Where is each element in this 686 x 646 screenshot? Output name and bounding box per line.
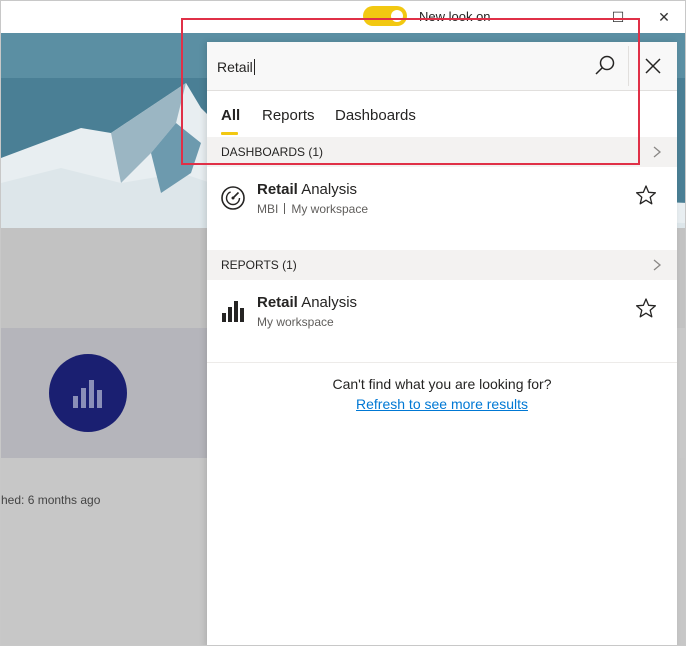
dashboards-section-header[interactable]: DASHBOARDS (1) [207, 137, 677, 167]
star-icon[interactable] [635, 297, 657, 319]
new-look-toggle[interactable] [363, 6, 407, 26]
search-panel: Retail All Reports Dashboards DASHBOARDS… [207, 42, 677, 645]
search-icon[interactable] [593, 54, 617, 78]
published-text: hed: 6 months ago [1, 493, 101, 507]
reports-section-label: REPORTS (1) [221, 258, 297, 272]
search-query: Retail [217, 59, 253, 75]
report-result-meta: My workspace [257, 315, 334, 329]
meta-separator [284, 203, 286, 214]
search-divider [628, 46, 629, 86]
reports-section-header[interactable]: REPORTS (1) [207, 250, 677, 280]
maximize-icon: ☐ [611, 8, 625, 25]
minimize-icon: — [565, 9, 579, 25]
app-window: hed: 6 months ago New look on — ☐ ✕ Reta… [0, 0, 686, 646]
window-close-icon: ✕ [658, 8, 670, 25]
dashboards-section-label: DASHBOARDS (1) [221, 145, 324, 159]
search-tabs: All Reports Dashboards [207, 91, 677, 137]
search-bar: Retail [207, 42, 677, 91]
refresh-results-link[interactable]: Refresh to see more results [207, 396, 677, 412]
window-close-button[interactable]: ✕ [641, 1, 685, 33]
search-input[interactable]: Retail [217, 59, 255, 75]
tab-dashboards[interactable]: Dashboards [335, 107, 416, 124]
title-bar: New look on — ☐ ✕ [1, 1, 685, 33]
bar-chart-icon [222, 301, 244, 322]
dashboard-result-item[interactable]: Retail Analysis MBI My workspace [207, 167, 677, 247]
report-result-item[interactable]: Retail Analysis My workspace [207, 280, 677, 360]
tab-all[interactable]: All [221, 107, 240, 124]
report-name-match: Retail [257, 294, 298, 311]
text-caret [253, 59, 255, 75]
report-result-name: Retail Analysis [257, 294, 357, 311]
close-icon[interactable] [641, 54, 665, 78]
chevron-right-icon [653, 259, 662, 271]
new-look-label: New look on [419, 9, 491, 24]
dashboard-owner: MBI [257, 202, 279, 216]
dashboard-name-rest: Analysis [297, 181, 358, 198]
maximize-button[interactable]: ☐ [595, 1, 641, 33]
report-thumbnail[interactable] [49, 354, 127, 432]
report-name-rest: Analysis [297, 294, 358, 311]
star-icon[interactable] [635, 184, 657, 206]
toggle-knob [391, 10, 403, 22]
dashboard-result-name: Retail Analysis [257, 181, 357, 198]
dashboard-result-meta: MBI My workspace [257, 202, 368, 216]
dashboard-name-match: Retail [257, 181, 298, 198]
tab-reports[interactable]: Reports [262, 107, 315, 124]
not-found-text: Can't find what you are looking for? [332, 376, 552, 392]
dashboard-workspace: My workspace [291, 202, 369, 216]
bar-chart-icon [73, 380, 102, 408]
active-tab-indicator [221, 132, 238, 135]
chevron-right-icon [653, 146, 662, 158]
gauge-icon [221, 186, 245, 210]
report-workspace: My workspace [257, 315, 334, 329]
minimize-button[interactable]: — [549, 1, 595, 33]
results-divider [207, 362, 677, 363]
